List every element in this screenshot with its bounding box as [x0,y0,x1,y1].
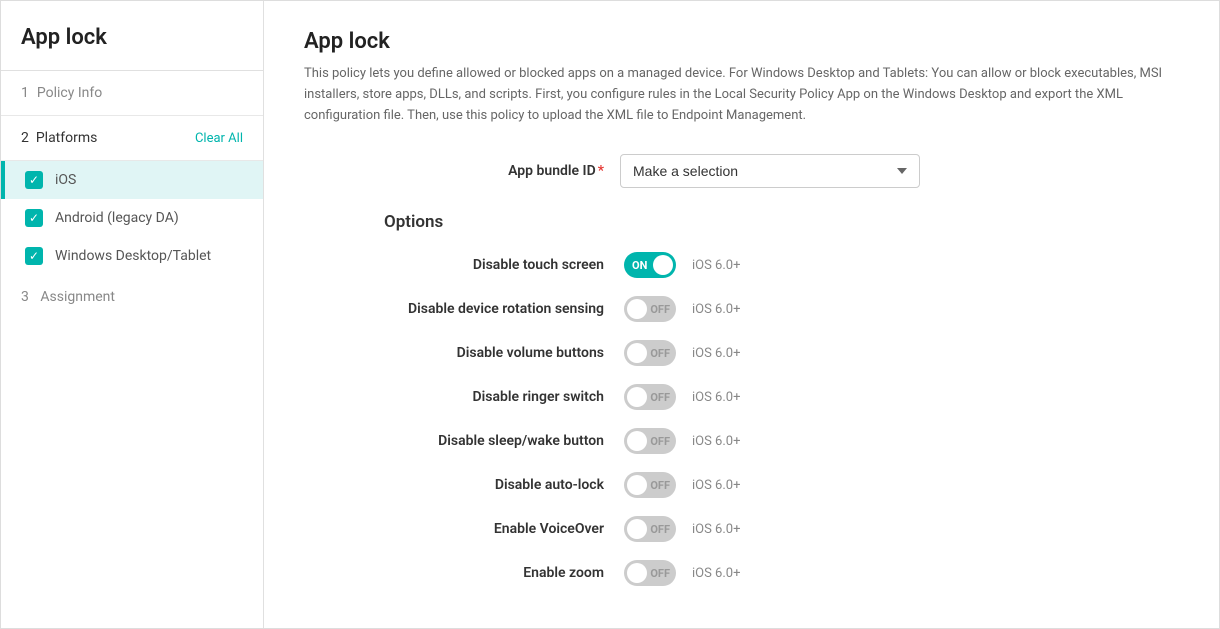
disable-auto-lock-version: iOS 6.0+ [692,478,740,493]
platforms-step-number: 2 [21,130,29,146]
assignment-step-number: 3 [21,289,29,305]
option-disable-volume: Disable volume buttons OFF iOS 6.0+ [304,340,1179,366]
android-checkbox[interactable]: ✓ [25,209,43,227]
android-label: Android (legacy DA) [55,210,179,226]
toggle-knob [627,563,647,583]
toggle-knob [627,475,647,495]
platform-item-ios[interactable]: ✓ iOS [1,161,263,199]
page-title: App lock [304,29,1179,54]
assignment-label: Assignment [40,289,115,305]
toggle-off-label: OFF [650,567,670,580]
disable-sleep-wake-label: Disable sleep/wake button [304,433,604,449]
sidebar-item-assignment[interactable]: 3 Assignment [1,275,263,319]
disable-rotation-version: iOS 6.0+ [692,302,740,317]
disable-auto-lock-toggle-container: OFF iOS 6.0+ [624,472,740,498]
toggle-knob [627,519,647,539]
enable-zoom-version: iOS 6.0+ [692,566,740,581]
option-disable-touch-screen: Disable touch screen ON iOS 6.0+ [304,252,1179,278]
disable-ringer-toggle-container: OFF iOS 6.0+ [624,384,740,410]
disable-volume-version: iOS 6.0+ [692,346,740,361]
policy-info-label: Policy Info [37,85,102,101]
toggle-off-label: OFF [650,523,670,536]
toggle-on-label: ON [632,259,647,272]
disable-auto-lock-toggle[interactable]: OFF [624,472,676,498]
clear-all-button[interactable]: Clear All [195,131,243,146]
required-indicator: * [598,163,604,179]
option-disable-sleep-wake: Disable sleep/wake button OFF iOS 6.0+ [304,428,1179,454]
disable-rotation-toggle[interactable]: OFF [624,296,676,322]
disable-touch-screen-label: Disable touch screen [304,257,604,273]
option-disable-auto-lock: Disable auto-lock OFF iOS 6.0+ [304,472,1179,498]
enable-zoom-toggle-container: OFF iOS 6.0+ [624,560,740,586]
platform-item-android[interactable]: ✓ Android (legacy DA) [1,199,263,237]
option-enable-zoom: Enable zoom OFF iOS 6.0+ [304,560,1179,586]
toggle-knob [653,255,673,275]
disable-sleep-wake-version: iOS 6.0+ [692,434,740,449]
toggle-knob [627,387,647,407]
windows-label: Windows Desktop/Tablet [55,248,211,264]
disable-volume-toggle-container: OFF iOS 6.0+ [624,340,740,366]
toggle-off-label: OFF [650,303,670,316]
sidebar: App lock 1 Policy Info 2 Platforms Clear… [1,1,264,628]
disable-touch-screen-toggle[interactable]: ON [624,252,676,278]
disable-volume-toggle[interactable]: OFF [624,340,676,366]
option-enable-voiceover: Enable VoiceOver OFF iOS 6.0+ [304,516,1179,542]
toggle-off-label: OFF [650,391,670,404]
android-checkmark: ✓ [29,212,39,224]
app-bundle-id-select[interactable]: Make a selection [620,154,920,188]
enable-voiceover-version: iOS 6.0+ [692,522,740,537]
enable-voiceover-label: Enable VoiceOver [304,521,604,537]
disable-sleep-wake-toggle[interactable]: OFF [624,428,676,454]
enable-zoom-label: Enable zoom [304,565,604,581]
disable-rotation-toggle-container: OFF iOS 6.0+ [624,296,740,322]
option-disable-rotation: Disable device rotation sensing OFF iOS … [304,296,1179,322]
disable-ringer-label: Disable ringer switch [304,389,604,405]
toggle-knob [627,299,647,319]
toggle-knob [627,343,647,363]
platform-item-windows[interactable]: ✓ Windows Desktop/Tablet [1,237,263,275]
windows-checkmark: ✓ [29,250,39,262]
sidebar-platforms-row: 2 Platforms Clear All [1,116,263,161]
page-description: This policy lets you define allowed or b… [304,64,1164,126]
enable-voiceover-toggle-container: OFF iOS 6.0+ [624,516,740,542]
option-disable-ringer: Disable ringer switch OFF iOS 6.0+ [304,384,1179,410]
app-bundle-id-row: App bundle ID* Make a selection [304,154,1179,188]
platforms-label: 2 Platforms [21,130,97,146]
policy-info-step-number: 1 [21,85,29,101]
app-bundle-id-label: App bundle ID* [304,163,604,179]
ios-checkmark: ✓ [29,174,39,186]
sidebar-title: App lock [1,1,263,71]
disable-touch-screen-toggle-container: ON iOS 6.0+ [624,252,740,278]
sidebar-item-policy-info[interactable]: 1 Policy Info [1,71,263,116]
ios-checkbox[interactable]: ✓ [25,171,43,189]
toggle-off-label: OFF [650,479,670,492]
toggle-off-label: OFF [650,435,670,448]
platforms-label-text: Platforms [36,130,98,146]
disable-touch-screen-version: iOS 6.0+ [692,258,740,273]
disable-auto-lock-label: Disable auto-lock [304,477,604,493]
enable-zoom-toggle[interactable]: OFF [624,560,676,586]
disable-rotation-label: Disable device rotation sensing [304,301,604,317]
toggle-off-label: OFF [650,347,670,360]
disable-volume-label: Disable volume buttons [304,345,604,361]
windows-checkbox[interactable]: ✓ [25,247,43,265]
options-section-title: Options [304,212,1179,232]
disable-ringer-version: iOS 6.0+ [692,390,740,405]
toggle-knob [627,431,647,451]
disable-sleep-wake-toggle-container: OFF iOS 6.0+ [624,428,740,454]
main-content: App lock This policy lets you define all… [264,1,1219,628]
enable-voiceover-toggle[interactable]: OFF [624,516,676,542]
ios-label: iOS [55,172,76,188]
disable-ringer-toggle[interactable]: OFF [624,384,676,410]
